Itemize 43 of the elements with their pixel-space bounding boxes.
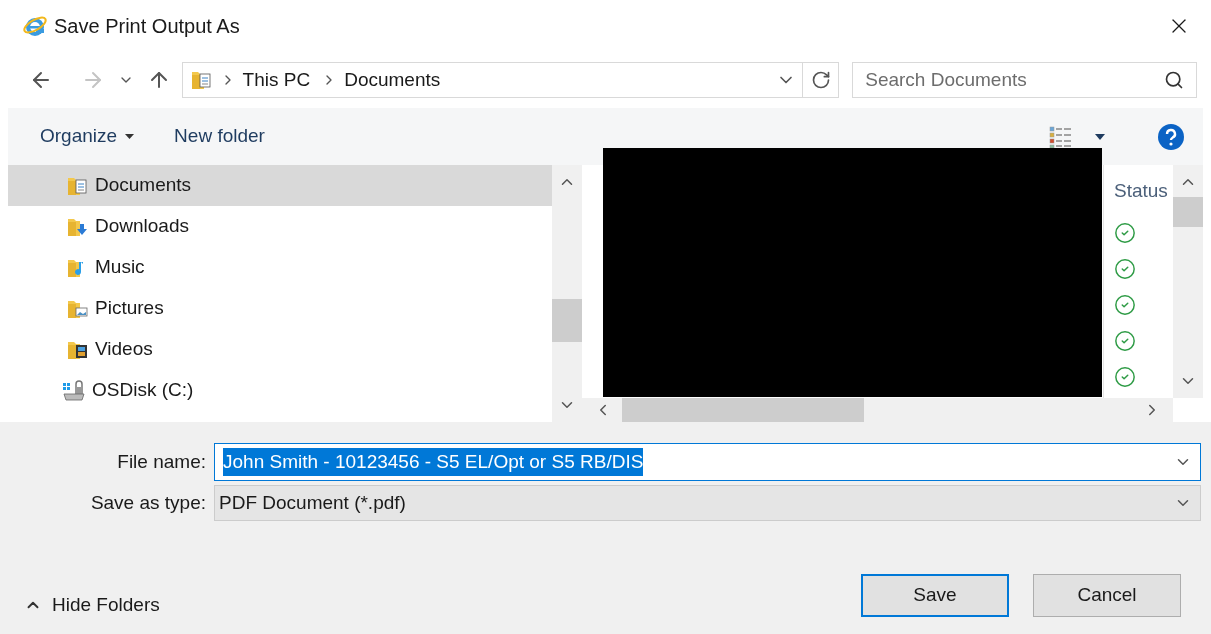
- scrollbar[interactable]: [1173, 165, 1203, 398]
- sidebar-label: OSDisk (C:): [92, 378, 194, 403]
- scrollbar[interactable]: [552, 165, 582, 422]
- caret-icon[interactable]: [1095, 133, 1105, 140]
- toolbar-button[interactable]: Organize: [40, 122, 135, 151]
- dialog-button[interactable]: Cancel: [1033, 574, 1181, 617]
- save-as-type-select[interactable]: PDF Document (*.pdf): [214, 485, 1201, 521]
- window-title: Save Print Output As: [54, 14, 240, 39]
- search-icon: [1164, 70, 1184, 90]
- folder-icon: [190, 69, 213, 91]
- sidebar-label: Pictures: [95, 296, 164, 321]
- refresh-icon: [810, 70, 831, 90]
- file-name-value: John Smith - 10123456 - S5 EL/Opt or S5 RB/DIS: [223, 447, 644, 477]
- sidebar-label: Documents: [95, 173, 192, 198]
- sidebar-item[interactable]: OSDisk (C:): [8, 370, 552, 411]
- scroll-thumb[interactable]: [1173, 197, 1203, 227]
- search-field[interactable]: Search Documents: [852, 62, 1197, 98]
- help-icon[interactable]: [1157, 122, 1185, 151]
- caret-icon: [125, 134, 135, 139]
- address-bar[interactable]: This PC Documents: [181, 62, 804, 98]
- toolbar-button[interactable]: New folder: [174, 122, 265, 151]
- sidebar-item[interactable]: Downloads: [8, 206, 552, 247]
- scroll-thumb[interactable]: [552, 299, 582, 342]
- sidebar-item[interactable]: Pictures: [8, 288, 552, 329]
- drive-icon: [62, 379, 86, 402]
- save-as-type-label: Save as type:: [89, 490, 207, 515]
- dialog-button[interactable]: Save: [861, 574, 1009, 617]
- sidebar-item[interactable]: Music: [8, 247, 552, 288]
- file-name-field[interactable]: John Smith - 10123456 - S5 EL/Opt or S5 RB/DIS: [214, 443, 1201, 481]
- column-header[interactable]: Status: [1114, 177, 1173, 206]
- refresh-button[interactable]: [803, 62, 840, 98]
- hide-folders-button[interactable]: Hide Folders: [24, 590, 160, 619]
- scroll-thumb[interactable]: [622, 398, 864, 422]
- sidebar-label: Music: [95, 255, 145, 280]
- breadcrumb-item[interactable]: Documents: [344, 65, 441, 95]
- sidebar-label: Videos: [95, 337, 153, 362]
- sidebar-item[interactable]: Documents: [8, 165, 552, 206]
- view-details-icon[interactable]: [1049, 125, 1073, 148]
- file-name-label: File name:: [116, 449, 207, 474]
- sidebar-label: Downloads: [95, 214, 189, 239]
- sidebar-item[interactable]: Videos: [8, 329, 552, 370]
- breadcrumb-item[interactable]: This PC: [242, 65, 311, 95]
- search-input[interactable]: Search Documents: [865, 65, 1164, 95]
